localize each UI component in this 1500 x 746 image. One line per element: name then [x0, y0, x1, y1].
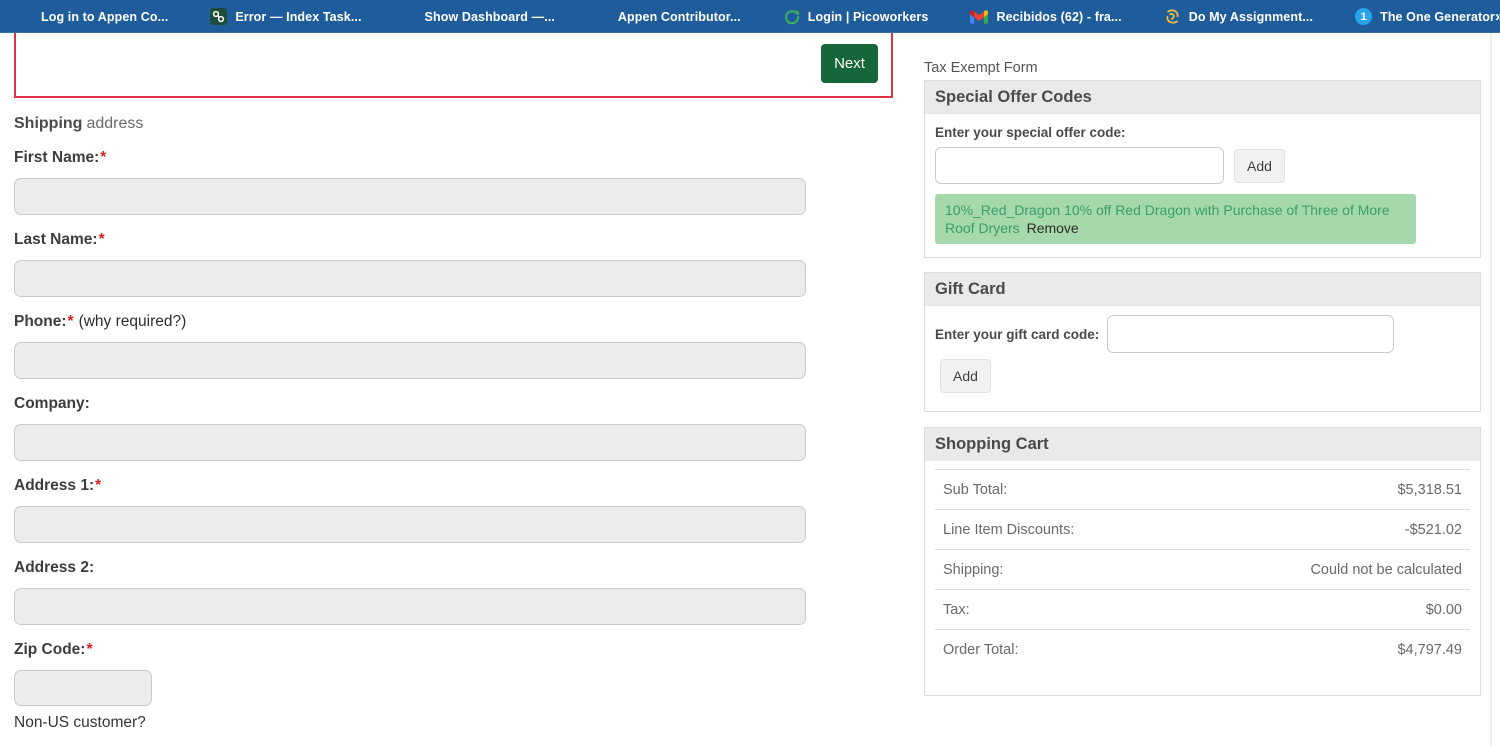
- checkout-page: Next Shipping address First Name:* Last N…: [0, 33, 1500, 746]
- required-asterisk: *: [95, 477, 102, 494]
- next-button[interactable]: Next: [821, 44, 878, 83]
- address1-input[interactable]: [14, 506, 806, 543]
- gift-card-input[interactable]: [1107, 315, 1395, 353]
- non-us-customer-link[interactable]: Non-US customer?: [14, 714, 893, 732]
- shopping-cart-body: Sub Total: $5,318.51 Line Item Discounts…: [925, 461, 1480, 695]
- bookmark-item-error-index-task[interactable]: Error — Index Task...: [210, 8, 361, 25]
- offer-code-input[interactable]: [935, 147, 1224, 184]
- order-summary-column: Tax Exempt Form Special Offer Codes Ente…: [924, 60, 1481, 696]
- gmail-icon: [970, 9, 989, 24]
- required-asterisk: *: [98, 231, 105, 248]
- address2-input[interactable]: [14, 588, 806, 625]
- bookmark-item-appen-login[interactable]: Log in to Appen Co...: [17, 7, 168, 25]
- cart-row-line-item-discounts: Line Item Discounts: -$521.02: [935, 509, 1470, 549]
- bookmark-item-show-dashboard[interactable]: Show Dashboard —...: [401, 7, 555, 25]
- offer-code-add-button[interactable]: Add: [1234, 148, 1285, 183]
- address2-field: Address 2:: [14, 558, 893, 625]
- zip-code-field: Zip Code:*: [14, 640, 893, 706]
- cart-row-subtotal: Sub Total: $5,318.51: [935, 469, 1470, 509]
- first-name-label: First Name:*: [14, 149, 107, 166]
- bookmark-item-picoworkers[interactable]: Login | Picoworkers: [783, 8, 929, 25]
- cart-row-order-total: Order Total: $4,797.49: [935, 629, 1470, 669]
- bookmark-item-appen-contributor[interactable]: Appen Contributor...: [594, 7, 741, 25]
- address1-field: Address 1:*: [14, 476, 893, 543]
- phone-field: Phone:* (why required?): [14, 312, 893, 379]
- required-asterisk: *: [100, 149, 107, 166]
- number-one-badge-icon: 1: [1355, 8, 1373, 25]
- leaf-ring-icon: [783, 8, 800, 25]
- address1-label: Address 1:*: [14, 477, 102, 494]
- cart-row-tax: Tax: $0.00: [935, 589, 1470, 629]
- shopping-cart-title: Shopping Cart: [925, 428, 1480, 461]
- bookmark-item-do-my-assignment[interactable]: Do My Assignment...: [1164, 8, 1313, 25]
- shipping-form-column: Next Shipping address First Name:* Last N…: [14, 33, 893, 746]
- zip-code-input[interactable]: [14, 670, 152, 706]
- first-name-field: First Name:*: [14, 148, 893, 215]
- appen-teal-diamonds-icon: [594, 7, 612, 25]
- shipping-address-heading: Shipping address: [14, 115, 144, 132]
- shopping-cart-panel: Shopping Cart Sub Total: $5,318.51 Line …: [924, 427, 1481, 696]
- gift-card-panel: Gift Card Enter your gift card code: Add: [924, 272, 1481, 412]
- appen-diamonds-icon: [401, 7, 419, 25]
- bookmarks-overflow-chevron-icon[interactable]: »: [1495, 8, 1500, 25]
- tax-exempt-form-link[interactable]: Tax Exempt Form: [924, 60, 1481, 80]
- remove-offer-link[interactable]: Remove: [1027, 220, 1079, 236]
- bookmark-item-gmail-inbox[interactable]: Recibidos (62) - fra...: [970, 9, 1122, 24]
- last-name-label: Last Name:*: [14, 231, 105, 248]
- scrollbar-track[interactable]: [1490, 33, 1492, 746]
- zip-code-label: Zip Code:*: [14, 641, 93, 658]
- appen-diamonds-icon: [17, 7, 35, 25]
- bookmark-item-the-one-generator[interactable]: 1 The One Generator: [1355, 8, 1495, 25]
- bookmarks-bar: Log in to Appen Co... Error — Index Task…: [0, 0, 1500, 33]
- address2-label: Address 2:: [14, 559, 95, 576]
- first-name-input[interactable]: [14, 178, 806, 215]
- company-input[interactable]: [14, 424, 806, 461]
- last-name-field: Last Name:*: [14, 230, 893, 297]
- applied-offer-text: 10%_Red_Dragon 10% off Red Dragon with P…: [945, 202, 1390, 236]
- company-field: Company:: [14, 394, 893, 461]
- why-required-link[interactable]: (why required?): [79, 313, 187, 330]
- required-asterisk: *: [67, 313, 74, 330]
- cart-row-shipping: Shipping: Could not be calculated: [935, 549, 1470, 589]
- chain-link-icon: [210, 8, 228, 25]
- special-offer-codes-title: Special Offer Codes: [925, 81, 1480, 114]
- special-offer-codes-body: Enter your special offer code: Add 10%_R…: [925, 114, 1480, 257]
- gold-swirl-icon: [1164, 8, 1181, 25]
- last-name-input[interactable]: [14, 260, 806, 297]
- phone-input[interactable]: [14, 342, 806, 379]
- gift-card-body: Enter your gift card code: Add: [925, 306, 1480, 411]
- special-offer-codes-panel: Special Offer Codes Enter your special o…: [924, 80, 1481, 258]
- phone-label: Phone:* (why required?): [14, 313, 187, 330]
- company-label: Company:: [14, 395, 90, 412]
- gift-card-label: Enter your gift card code:: [935, 326, 1100, 342]
- applied-offer-banner: 10%_Red_Dragon 10% off Red Dragon with P…: [935, 194, 1416, 244]
- gift-card-add-button[interactable]: Add: [940, 359, 991, 393]
- gift-card-title: Gift Card: [925, 273, 1480, 306]
- required-asterisk: *: [86, 641, 93, 658]
- offer-code-label: Enter your special offer code:: [935, 125, 1126, 140]
- validation-alert-box: Next: [14, 33, 893, 98]
